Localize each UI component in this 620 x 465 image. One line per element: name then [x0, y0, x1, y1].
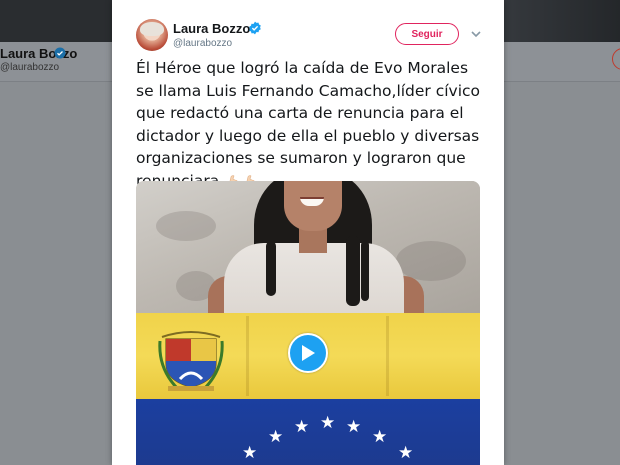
wall-stain [396, 241, 466, 281]
author-handle[interactable]: @laurabozzo [173, 38, 232, 49]
flag-star: ★ [372, 427, 388, 447]
tweet-body: Él Héroe que logró la caída de Evo Moral… [136, 59, 481, 190]
coat-of-arms-icon [158, 331, 224, 391]
tweet-card: Laura Bozzo @laurabozzo Seguir Él Héroe … [112, 0, 504, 465]
flag-star: ★ [242, 443, 258, 463]
hair-strand [266, 241, 276, 296]
hair-strand [346, 236, 360, 306]
verified-icon [249, 21, 261, 35]
person-shirt [224, 243, 404, 321]
flag-fold [386, 316, 389, 396]
play-icon [302, 345, 315, 361]
background-profile-handle: @laurabozzo [0, 62, 60, 73]
avatar[interactable] [136, 19, 168, 51]
video-thumbnail[interactable]: ★ ★ ★ ★ ★ ★ ★ [136, 181, 480, 465]
flag-star: ★ [346, 417, 362, 437]
flag-star: ★ [268, 427, 284, 447]
background-verified-icon [54, 47, 66, 59]
tweet-text: Él Héroe que logró la caída de Evo Moral… [136, 57, 488, 195]
flag-fold [246, 316, 249, 396]
follow-button[interactable]: Seguir [395, 23, 459, 45]
wall-stain [156, 211, 216, 241]
play-button[interactable] [288, 333, 328, 373]
flag-star: ★ [398, 443, 414, 463]
avatar-hair [140, 22, 164, 36]
flag-star: ★ [294, 417, 310, 437]
chevron-down-icon[interactable] [470, 28, 482, 40]
author-name[interactable]: Laura Bozzo [173, 21, 250, 36]
hair-strand [361, 241, 369, 301]
person-face [284, 181, 342, 231]
flag-star: ★ [320, 413, 336, 433]
